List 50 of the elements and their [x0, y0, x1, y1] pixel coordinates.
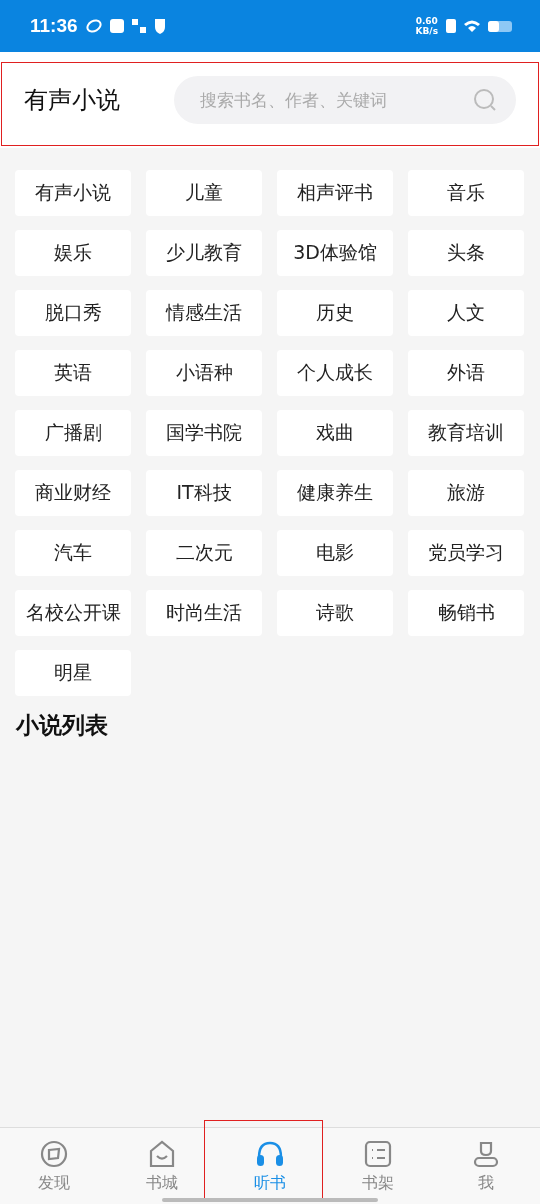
- category-button[interactable]: 健康养生: [277, 470, 393, 516]
- sim-icon: [446, 19, 456, 33]
- category-button[interactable]: 诗歌: [277, 590, 393, 636]
- battery-icon: [488, 20, 512, 32]
- category-button[interactable]: IT科技: [146, 470, 262, 516]
- status-time: 11:36: [30, 15, 78, 37]
- page-title: 有声小说: [24, 85, 121, 116]
- house-icon[interactable]: [147, 1138, 177, 1169]
- category-button[interactable]: 相声评书: [277, 170, 393, 216]
- section-title: 小说列表: [14, 711, 109, 740]
- category-button[interactable]: 英语: [15, 350, 131, 396]
- app-icon: [109, 19, 124, 33]
- category-button[interactable]: 人文: [408, 290, 524, 336]
- category-button[interactable]: 娱乐: [15, 230, 131, 276]
- category-button[interactable]: 名校公开课: [15, 590, 131, 636]
- shield-icon: [153, 18, 166, 34]
- category-button[interactable]: 时尚生活: [146, 590, 262, 636]
- category-button[interactable]: 脱口秀: [15, 290, 131, 336]
- category-button[interactable]: 汽车: [15, 530, 131, 576]
- oval-icon: [85, 17, 102, 35]
- search-icon[interactable]: [472, 87, 498, 113]
- category-button[interactable]: 电影: [277, 530, 393, 576]
- category-button[interactable]: 音乐: [408, 170, 524, 216]
- category-button[interactable]: 二次元: [146, 530, 262, 576]
- wifi-icon: [464, 19, 480, 33]
- category-button[interactable]: 戏曲: [277, 410, 393, 456]
- category-button[interactable]: 头条: [408, 230, 524, 276]
- category-button[interactable]: 有声小说: [15, 170, 131, 216]
- category-button[interactable]: 教育培训: [408, 410, 524, 456]
- squares-icon: [131, 19, 146, 33]
- category-button[interactable]: 情感生活: [146, 290, 262, 336]
- category-button[interactable]: 畅销书: [408, 590, 524, 636]
- category-button[interactable]: 商业财经: [15, 470, 131, 516]
- compass-icon[interactable]: [39, 1138, 69, 1169]
- network-speed: 0.60 KB/s: [415, 16, 438, 36]
- category-button[interactable]: 小语种: [146, 350, 262, 396]
- category-button[interactable]: 少儿教育: [146, 230, 262, 276]
- list-icon[interactable]: [363, 1138, 393, 1169]
- category-button[interactable]: 旅游: [408, 470, 524, 516]
- category-button[interactable]: 历史: [277, 290, 393, 336]
- category-button[interactable]: 明星: [15, 650, 131, 696]
- search-field[interactable]: 搜索书名、作者、关键词: [198, 89, 466, 111]
- search-bar[interactable]: 搜索书名、作者、关键词: [174, 76, 516, 124]
- category-button[interactable]: 党员学习: [408, 530, 524, 576]
- category-button[interactable]: 儿童: [146, 170, 262, 216]
- category-button[interactable]: 外语: [408, 350, 524, 396]
- category-button[interactable]: 3D体验馆: [277, 230, 393, 276]
- category-button[interactable]: 个人成长: [277, 350, 393, 396]
- category-button[interactable]: 广播剧: [15, 410, 131, 456]
- category-button[interactable]: 国学书院: [146, 410, 262, 456]
